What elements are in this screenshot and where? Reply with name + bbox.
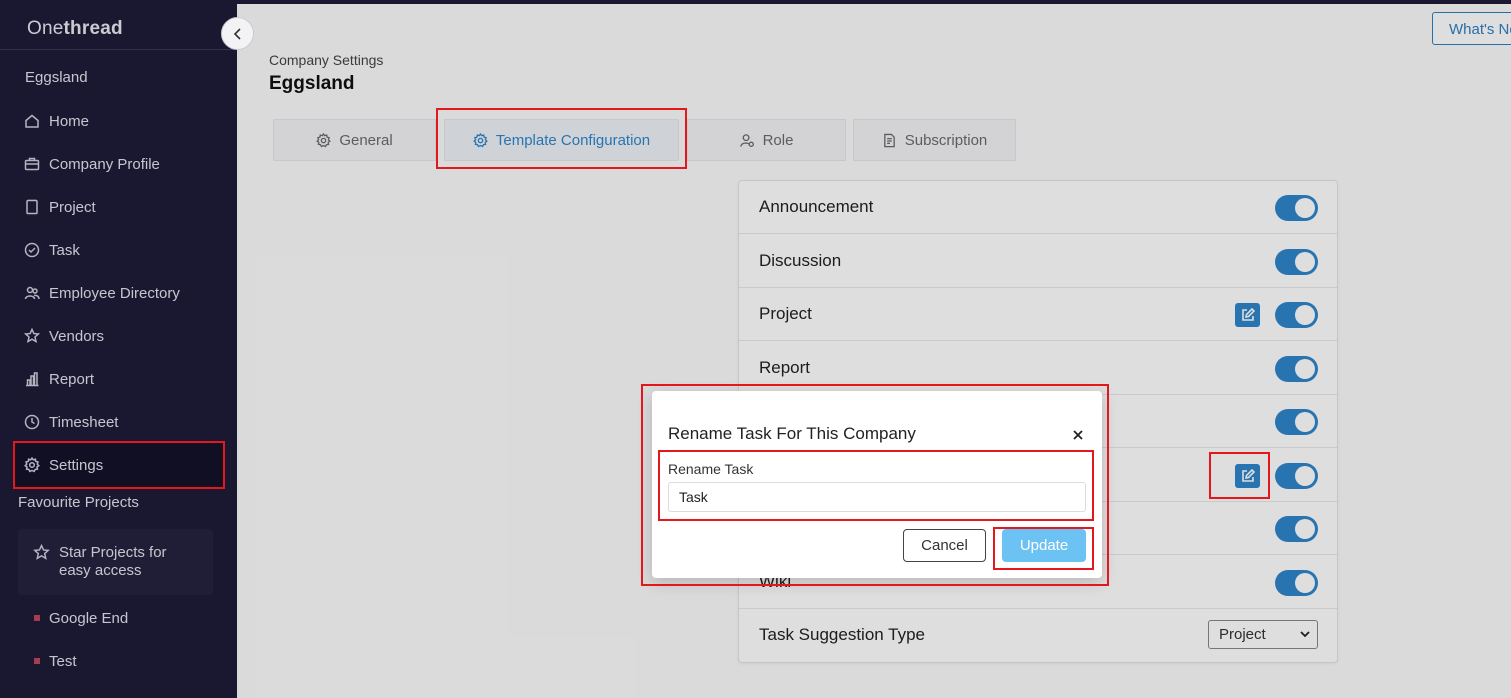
chevron-left-icon xyxy=(233,27,241,40)
modal-backdrop[interactable] xyxy=(0,0,1511,698)
highlight-box xyxy=(436,108,687,169)
highlight-box xyxy=(1209,452,1270,499)
sidebar-collapse-button[interactable] xyxy=(221,17,254,50)
highlight-box xyxy=(658,450,1094,521)
highlight-box xyxy=(993,527,1094,570)
highlight-box xyxy=(13,441,225,489)
